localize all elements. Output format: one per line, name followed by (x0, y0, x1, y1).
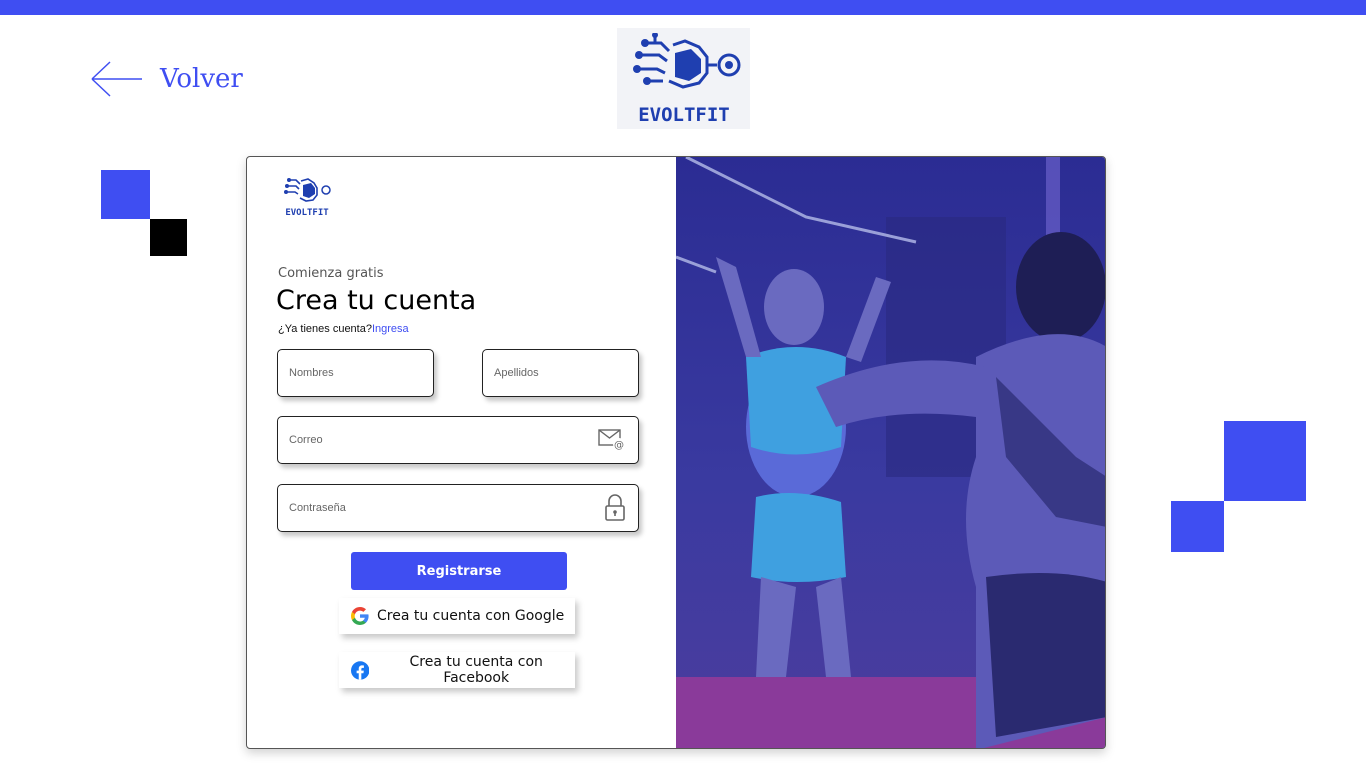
login-prompt-text: ¿Ya tienes cuenta? (278, 323, 372, 335)
password-field (277, 484, 639, 532)
brand-logo-small-text: EVOLTFIT (285, 208, 329, 218)
email-input[interactable] (289, 417, 589, 463)
brand-logo-small: EVOLTFIT (281, 175, 333, 224)
facebook-icon (351, 660, 370, 680)
fitness-photo (675, 157, 1105, 748)
form-title: Crea tu cuenta (276, 285, 477, 316)
last-name-field (482, 349, 639, 397)
last-name-input[interactable] (494, 350, 589, 396)
register-button[interactable]: Registrarse (351, 552, 567, 590)
decor-square (1224, 421, 1306, 501)
first-name-input[interactable] (289, 350, 384, 396)
first-name-field (277, 349, 434, 397)
login-prompt: ¿Ya tienes cuenta?Ingresa (278, 323, 409, 335)
brand-logo-text: EVOLTFIT (638, 104, 730, 125)
login-link[interactable]: Ingresa (372, 323, 409, 335)
arrow-left-icon (91, 61, 142, 97)
padlock-icon (605, 494, 625, 521)
envelope-at-icon: @ (598, 429, 625, 451)
svg-text:@: @ (614, 440, 624, 451)
decor-square (101, 170, 150, 219)
back-label: Volver (160, 64, 243, 94)
facebook-signup-label: Crea tu cuenta con Facebook (409, 654, 543, 686)
top-accent-bar (0, 0, 1366, 15)
password-input[interactable] (289, 485, 589, 531)
register-card: EVOLTFIT Comienza gratis Crea tu cuenta … (246, 156, 1106, 749)
brand-logo: EVOLTFIT (617, 28, 750, 129)
email-field: @ (277, 416, 639, 464)
form-subtitle: Comienza gratis (278, 266, 384, 281)
google-signup-button[interactable]: Crea tu cuenta con Google (339, 598, 575, 634)
back-button[interactable]: Volver (90, 58, 243, 100)
facebook-signup-button[interactable]: Crea tu cuenta con Facebook (339, 652, 575, 688)
register-form: EVOLTFIT Comienza gratis Crea tu cuenta … (247, 157, 676, 748)
google-icon (351, 607, 369, 625)
decor-square (150, 219, 187, 256)
decor-square (1171, 501, 1224, 552)
google-signup-label: Crea tu cuenta con Google (377, 608, 565, 624)
